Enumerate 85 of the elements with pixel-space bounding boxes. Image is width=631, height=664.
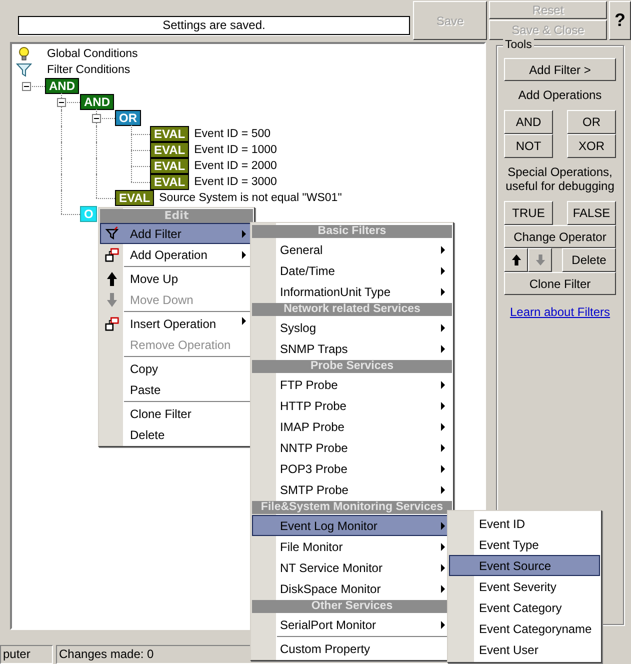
filter-icon [16,62,32,78]
section-label: Special Operations, useful for debugging [504,165,616,193]
submenu-arrow-icon [441,465,445,473]
menu-item[interactable]: POP3 Probe [252,458,452,479]
down-arrow-icon [105,292,119,308]
menu-item[interactable]: General [252,239,452,260]
operation-icon [105,316,119,332]
submenu-arrow-icon [242,251,246,259]
operation-button[interactable]: TRUE [504,201,553,225]
operation-icon [105,246,119,262]
submenu-arrow-icon [441,345,445,353]
submenu-arrow-icon [441,423,445,431]
operation-button[interactable]: XOR [567,134,616,158]
menu-item[interactable]: Date/Time [252,260,452,281]
menu-item[interactable]: NNTP Probe [252,437,452,458]
submenu-arrow-icon [441,402,445,410]
tool-button[interactable]: Clone Filter [504,272,616,295]
tree-item[interactable]: Event ID = 1000 [194,144,277,156]
operator-badge[interactable]: EVAL [150,126,190,142]
tree-item[interactable]: Event ID = 2000 [194,160,277,172]
menu-item[interactable]: IMAP Probe [252,416,452,437]
menu-item[interactable]: Event Type [449,534,600,555]
operation-button[interactable]: FALSE [567,201,616,225]
operation-button[interactable]: OR [567,110,616,134]
menu-item[interactable]: FTP Probe [252,374,452,395]
operator-badge[interactable]: AND [80,94,114,110]
menu-item[interactable]: Add Filter [100,223,253,244]
operator-badge[interactable]: OR [115,110,141,126]
group-title: Tools [503,39,534,51]
submenu-arrow-icon [441,486,445,494]
operator-badge[interactable]: AND [45,78,79,94]
tree-item[interactable]: Source System is not equal "WS01" [159,192,342,204]
submenu-arrow-icon [242,230,246,238]
tree-item[interactable]: Event ID = 500 [194,128,271,140]
status-pane: puter [0,645,53,664]
menu-item[interactable]: Event Source [449,555,600,576]
section-label: Add Operations [517,88,603,102]
help-link[interactable]: Learn about Filters [510,305,610,319]
submenu-arrow-icon [441,246,445,254]
submenu-arrow-icon [441,267,445,275]
menu-section-header: Basic Filters [252,225,452,238]
operator-badge[interactable]: EVAL [150,158,190,174]
lightbulb-icon [16,46,32,62]
submenu-arrow-icon [441,381,445,389]
help-button[interactable]: ? [609,1,631,40]
menu-item[interactable]: Add Operation [100,244,253,265]
tool-button[interactable]: Change Operator [504,225,616,248]
operation-button[interactable]: NOT [504,134,553,158]
menu-item[interactable]: HTTP Probe [252,395,452,416]
menu-item[interactable]: Event Category [449,597,600,618]
collapse-icon[interactable] [57,98,66,107]
menu-item[interactable]: Event Severity [449,576,600,597]
menu-item[interactable]: SNMP Traps [252,338,452,359]
menu-item[interactable]: Event Categoryname [449,618,600,639]
menu-item[interactable]: SMTP Probe [252,479,452,500]
down-arrow-icon [534,253,546,267]
menu-item[interactable]: Event ID [449,513,600,534]
operator-badge[interactable]: EVAL [115,190,154,206]
menu-section-header: File&System Monitoring Services [252,501,452,514]
move-up-button[interactable] [504,248,528,272]
submenu-arrow-icon [441,324,445,332]
menu-item[interactable]: Delete [100,424,253,445]
collapse-icon[interactable] [92,114,101,123]
menu-item[interactable]: Syslog [252,317,452,338]
submenu-arrow-icon [441,444,445,452]
filter-icon [105,226,119,242]
tree-item[interactable]: Filter Conditions [47,64,130,76]
submenu-arrow-icon [441,288,445,296]
menu-item[interactable]: Paste [100,379,253,400]
operation-button[interactable]: AND [504,110,553,134]
delete-button[interactable]: Delete [562,248,616,272]
status-message: Settings are saved. [18,16,410,35]
tree-item[interactable]: Event ID = 3000 [194,176,277,188]
tool-button[interactable]: Add Filter > [504,58,616,81]
menu-section-header: Probe Services [252,360,452,373]
tree-item[interactable]: Global Conditions [47,48,138,60]
operator-badge[interactable]: EVAL [150,142,190,158]
menu-item[interactable]: InformationUnit Type [252,281,452,302]
menu-section-header: Network related Services [252,303,452,316]
up-arrow-icon [105,270,119,286]
up-arrow-icon [510,253,522,267]
operator-badge[interactable]: EVAL [150,174,190,190]
menu-title: Edit [100,209,253,223]
collapse-icon[interactable] [22,82,31,91]
submenu-arrow-icon [242,317,246,325]
